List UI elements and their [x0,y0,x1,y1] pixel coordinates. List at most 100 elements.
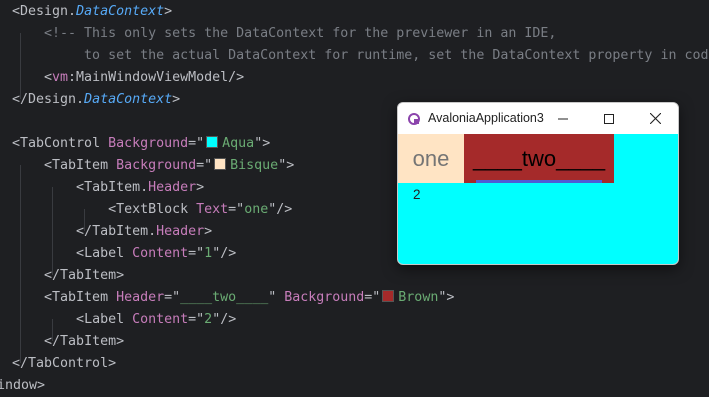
minimize-icon [558,118,568,119]
code-token: TabItem [52,290,117,305]
code-line: <TabItem Background=" Bisque"> [12,155,294,177]
tab-two[interactable]: ____two____ [464,134,614,183]
code-token: "/> [268,202,293,217]
code-token: Background [284,290,365,305]
code-line: Window> [0,375,45,397]
window-title: AvaloniaApplication3 [428,111,544,125]
code-line: </TabItem> [12,331,124,353]
avalonia-logo-icon [408,112,420,125]
code-token: Header [156,224,205,239]
code-token: < [12,180,85,195]
code-token: =" [188,312,205,327]
code-token: TabItem [60,334,117,349]
tab-content-label: 2 [413,187,421,202]
code-line: <Label Content="1"/> [12,243,236,265]
code-token: > [172,92,181,107]
code-token: DataContext [76,4,165,19]
code-token: TabControl [28,356,109,371]
code-token: > [116,268,125,283]
code-token: <!-- This only sets the DataContext for … [12,26,557,41]
code-token: /> [228,70,245,85]
code-token: "> [278,158,295,173]
code-token: to set the actual DataContext for runtim… [12,48,709,63]
code-token: TabControl [20,136,109,151]
code-token: > [108,356,117,371]
code-token: > [37,378,46,393]
code-line: <TabItem Header="____two____" Background… [12,287,454,309]
close-button[interactable] [632,103,678,134]
code-token: Content [132,246,189,261]
code-token: </ [12,356,29,371]
code-token: < [12,158,53,173]
code-line: <Label Content="2"/> [12,309,236,331]
code-line: <TextBlock Text="one"/> [12,199,292,221]
code-token: < [12,290,53,305]
code-line: <TabItem.Header> [12,177,204,199]
tab-two-label: ____two____ [472,146,606,171]
code-token: > [204,224,213,239]
code-token: =" [188,246,205,261]
code-token: </ [12,334,61,349]
code-line: <TabControl Background=" Aqua"> [12,133,270,155]
code-token: < [12,246,85,261]
code-token: Text [196,202,229,217]
code-token: =" [364,290,381,305]
code-token: Header [116,290,165,305]
code-token: Aqua [222,136,255,151]
title-bar[interactable]: AvaloniaApplication3 [398,103,678,134]
code-line: </Design.DataContext> [12,89,180,111]
code-token: TabItem. [92,224,157,239]
code-token: </ [12,268,61,283]
tab-one-label: one [412,146,450,171]
code-line: <Design.DataContext> [12,1,172,23]
code-token: Label [84,312,133,327]
code-token: "> [438,290,455,305]
code-token: < [12,70,53,85]
code-token: Window [0,378,38,393]
code-token: Background [116,158,197,173]
code-token: Design. [28,92,85,107]
code-token: </ [12,92,29,107]
code-token: vm [52,70,69,85]
maximize-button[interactable] [586,103,632,134]
code-token: < [12,4,21,19]
code-token: =" [228,202,245,217]
tab-one[interactable]: one [398,134,464,183]
code-token: DataContext [84,92,173,107]
minimize-button[interactable] [540,103,586,134]
avalonia-preview-window[interactable]: AvaloniaApplication3 one ____two____ 2 [397,102,679,265]
code-token: TabItem [52,158,117,173]
code-token: </ [12,224,93,239]
code-token: Design. [20,4,77,19]
code-token: TabItem [60,268,117,283]
code-token: > [116,334,125,349]
color-swatch [214,158,227,170]
code-token: < [12,136,21,151]
code-token: Content [132,312,189,327]
code-token: :MainWindowViewModel [68,70,229,85]
code-token: =" [196,158,213,173]
code-line: </TabItem.Header> [12,221,212,243]
code-token: 1 [204,246,213,261]
color-swatch [206,136,219,148]
code-token: Header [148,180,197,195]
code-token: < [12,202,117,217]
code-token: one [244,202,269,217]
code-token: =" [164,290,181,305]
code-token: > [196,180,205,195]
code-token: "/> [212,312,237,327]
maximize-icon [604,113,614,124]
code-token: TextBlock [116,202,197,217]
code-token: Bisque [230,158,279,173]
code-token: 2 [204,312,213,327]
code-token: > [164,4,173,19]
color-swatch [382,290,395,302]
code-token: "/> [212,246,237,261]
code-line: <!-- This only sets the DataContext for … [12,23,556,45]
code-line: <vm:MainWindowViewModel/> [12,67,244,89]
tab-control: one ____two____ 2 [398,134,678,264]
code-token: TabItem. [84,180,149,195]
code-token: < [12,312,85,327]
code-token: ____two____ [180,290,269,305]
code-token: =" [188,136,205,151]
